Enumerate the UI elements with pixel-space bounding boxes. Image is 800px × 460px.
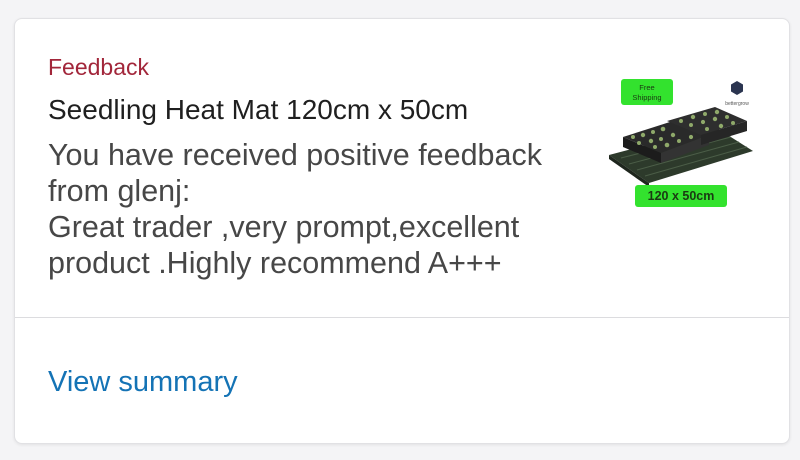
size-badge: 120 x 50cm xyxy=(648,189,715,203)
view-summary-link[interactable]: View summary xyxy=(48,365,238,399)
free-badge-line2: Shipping xyxy=(632,93,661,102)
product-thumbnail[interactable]: Free Shipping bettergrow 120 x 50cm xyxy=(603,55,757,215)
item-title: Seedling Heat Mat 120cm x 50cm xyxy=(48,94,469,125)
feedback-message: You have received positive feedback from… xyxy=(48,137,588,281)
message-line: product .Highly recommend A+++ xyxy=(48,246,502,280)
brand-text: bettergrow xyxy=(725,101,749,107)
message-line: from glenj: xyxy=(48,174,191,208)
divider xyxy=(15,317,789,318)
free-badge-line1: Free xyxy=(639,83,654,92)
notification-body[interactable]: Feedback Seedling Heat Mat 120cm x 50cm … xyxy=(15,19,789,317)
message-line: You have received positive feedback xyxy=(48,138,542,172)
notification-card[interactable]: Feedback Seedling Heat Mat 120cm x 50cm … xyxy=(14,18,790,444)
category-label: Feedback xyxy=(48,54,150,80)
message-line: Great trader ,very prompt,excellent xyxy=(48,210,520,244)
